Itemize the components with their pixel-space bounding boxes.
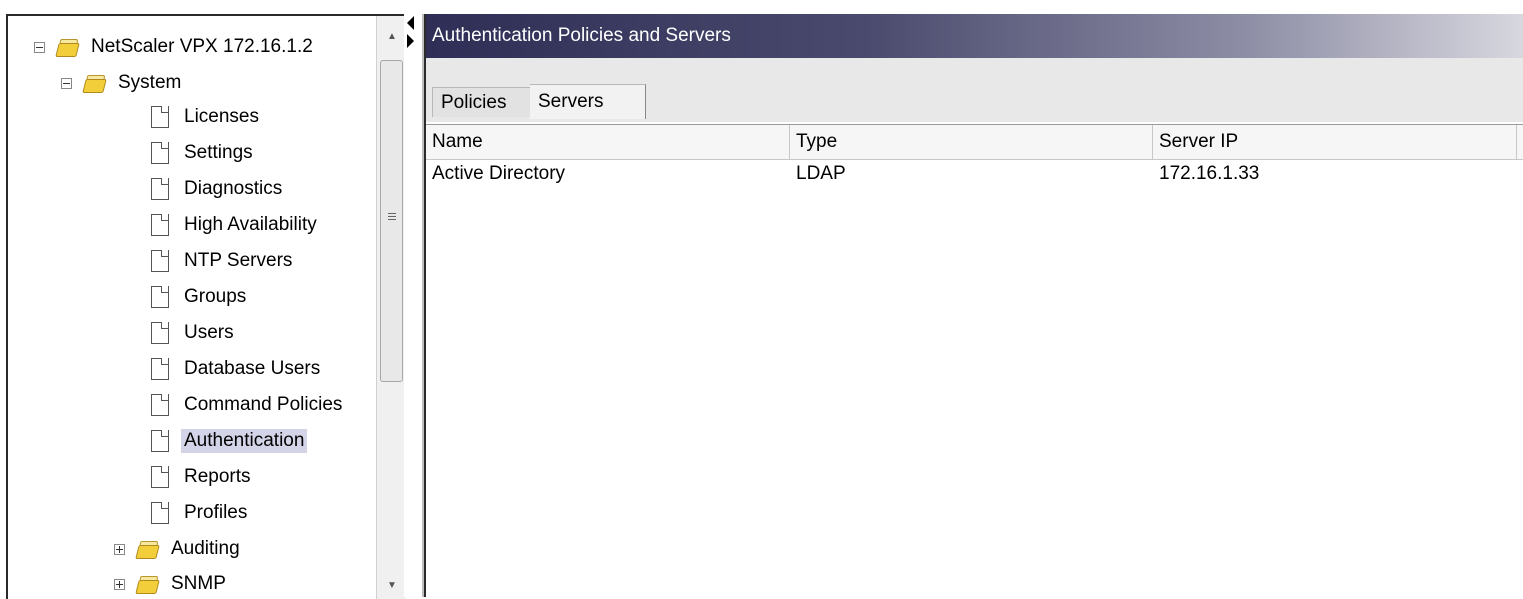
- tab-label: Servers: [538, 91, 604, 112]
- document-icon: [151, 286, 169, 308]
- tree-item-profiles[interactable]: Profiles: [151, 498, 250, 528]
- collapse-icon[interactable]: [34, 41, 45, 53]
- document-icon: [151, 142, 169, 164]
- tree-node-system[interactable]: System: [61, 68, 184, 98]
- document-icon: [151, 466, 169, 488]
- tree-item-label: Diagnostics: [184, 178, 283, 199]
- tree-item-diagnostics[interactable]: Diagnostics: [151, 174, 285, 204]
- window-top-edge: [0, 0, 1523, 8]
- tree-item-label: Command Policies: [184, 394, 343, 415]
- document-icon: [151, 430, 169, 452]
- tree-item-ntp-servers[interactable]: NTP Servers: [151, 246, 295, 276]
- scrollbar-thumb[interactable]: [380, 60, 403, 382]
- folder-icon: [82, 74, 107, 93]
- panel-title-bar: Authentication Policies and Servers: [426, 14, 1523, 58]
- tree-item-command-policies[interactable]: Command Policies: [151, 390, 345, 420]
- tree-node-label: System: [118, 72, 182, 93]
- expand-icon[interactable]: [114, 578, 125, 590]
- folder-icon: [135, 575, 160, 594]
- tree-item-label: High Availability: [184, 214, 317, 235]
- tree-item-label: Groups: [184, 286, 247, 307]
- tree-item-database-users[interactable]: Database Users: [151, 354, 323, 384]
- tree-item-label: Profiles: [184, 502, 248, 523]
- tab-servers[interactable]: Servers: [530, 84, 646, 119]
- tree-node-label: NetScaler VPX 172.16.1.2: [91, 36, 313, 57]
- tree-item-label-selected: Authentication: [181, 429, 308, 453]
- scroll-up-icon[interactable]: ▲: [377, 22, 406, 50]
- tree-node-label: SNMP: [171, 573, 226, 594]
- tree-item-settings[interactable]: Settings: [151, 138, 256, 168]
- navigation-tree-panel: NetScaler VPX 172.16.1.2 System Licenses…: [6, 14, 406, 599]
- tab-strip: Policies Servers: [426, 58, 1523, 122]
- tree-item-label: Users: [184, 322, 234, 343]
- detail-panel: Authentication Policies and Servers Poli…: [424, 14, 1523, 598]
- document-icon: [151, 322, 169, 344]
- document-icon: [151, 178, 169, 200]
- tree-item-reports[interactable]: Reports: [151, 462, 254, 492]
- column-header-server-ip[interactable]: Server IP: [1153, 125, 1517, 159]
- expand-right-icon[interactable]: [407, 34, 414, 48]
- tree-node-label: Auditing: [171, 538, 240, 559]
- tree-item-label: NTP Servers: [184, 250, 293, 271]
- tree-node-auditing[interactable]: Auditing: [114, 534, 243, 564]
- document-icon: [151, 250, 169, 272]
- document-icon: [151, 358, 169, 380]
- scroll-down-icon[interactable]: ▼: [377, 571, 406, 599]
- panel-title: Authentication Policies and Servers: [432, 25, 731, 46]
- tree-item-label: Database Users: [184, 358, 321, 379]
- tree-item-label: Settings: [184, 142, 253, 163]
- tree-item-high-availability[interactable]: High Availability: [151, 210, 320, 240]
- tree-item-authentication[interactable]: Authentication: [151, 426, 308, 456]
- tree-node-snmp[interactable]: SNMP: [114, 569, 229, 599]
- servers-table: Name Type Server IP Active Directory LDA…: [426, 124, 1523, 598]
- table-cell-name: Active Directory: [432, 163, 566, 184]
- tree-item-label: Reports: [184, 466, 251, 487]
- grip-icon: [388, 211, 396, 222]
- tree-item-groups[interactable]: Groups: [151, 282, 249, 312]
- navigation-tree: NetScaler VPX 172.16.1.2 System Licenses…: [8, 16, 376, 599]
- document-icon: [151, 106, 169, 128]
- tree-item-label: Licenses: [184, 106, 259, 127]
- document-icon: [151, 214, 169, 236]
- folder-icon: [135, 540, 160, 559]
- expand-icon[interactable]: [114, 543, 125, 555]
- document-icon: [151, 502, 169, 524]
- tree-vertical-scrollbar[interactable]: ▲ ▼: [376, 16, 406, 599]
- tab-label: Policies: [441, 91, 507, 113]
- table-cell-server-ip: 172.16.1.33: [1159, 163, 1260, 184]
- column-header-type[interactable]: Type: [790, 125, 1153, 159]
- table-header: Name Type Server IP: [426, 125, 1523, 160]
- column-header-name[interactable]: Name: [426, 125, 790, 159]
- tree-node-root[interactable]: NetScaler VPX 172.16.1.2: [34, 32, 316, 62]
- tab-policies[interactable]: Policies: [432, 87, 530, 117]
- document-icon: [151, 394, 169, 416]
- tree-item-users[interactable]: Users: [151, 318, 237, 348]
- panel-splitter[interactable]: [404, 14, 424, 597]
- table-cell-type: LDAP: [796, 163, 846, 184]
- table-row[interactable]: Active Directory LDAP 172.16.1.33: [426, 159, 1523, 189]
- collapse-left-icon[interactable]: [407, 16, 414, 30]
- folder-icon: [55, 38, 80, 57]
- tree-item-licenses[interactable]: Licenses: [151, 102, 262, 132]
- collapse-icon[interactable]: [61, 77, 72, 89]
